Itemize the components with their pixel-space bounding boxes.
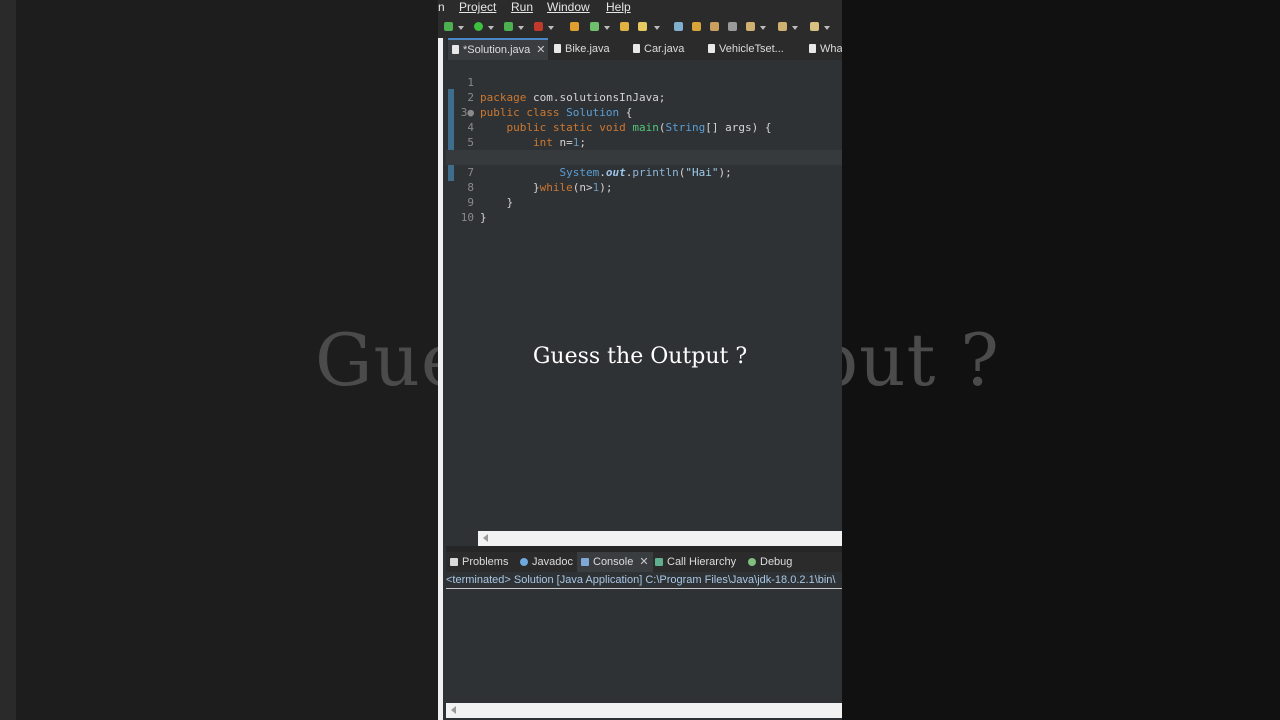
file-icon: [809, 44, 816, 53]
background-ghost-text-right: put ?: [842, 315, 1002, 405]
tab-call-hierarchy[interactable]: Call Hierarchy: [655, 552, 736, 572]
tab-javadoc[interactable]: Javadoc: [520, 552, 573, 572]
javadoc-icon: [520, 558, 528, 566]
menu-item-help[interactable]: Help: [606, 0, 631, 14]
tab-problems[interactable]: Problems: [450, 552, 508, 572]
tab-solution-java[interactable]: *Solution.java ✕: [448, 38, 548, 60]
file-icon: [452, 45, 459, 54]
editor-horizontal-scrollbar[interactable]: [478, 531, 842, 546]
menu-item-cut[interactable]: n: [438, 0, 445, 14]
tab-overflow[interactable]: Wha: [805, 38, 842, 60]
toggle-mark-icon[interactable]: [674, 22, 683, 31]
bottom-panel-tabs: Problems Javadoc Console ✕ Call Hierarchy…: [446, 552, 842, 572]
code-line: 9 }: [446, 180, 842, 224]
block-selection-icon[interactable]: [710, 22, 719, 31]
menu-item-run[interactable]: Run: [511, 0, 533, 14]
chevron-down-icon[interactable]: [488, 26, 494, 30]
tab-label: Console: [593, 556, 634, 568]
line-number: 10: [460, 211, 474, 224]
open-type-icon[interactable]: [620, 22, 629, 31]
menu-item-window-label: Window: [547, 0, 590, 14]
menu-item-window[interactable]: Window: [547, 0, 590, 14]
external-tools-icon[interactable]: [534, 22, 543, 31]
toolbar: [438, 16, 842, 38]
tab-debug[interactable]: Debug: [748, 552, 792, 572]
back-icon[interactable]: [810, 22, 819, 31]
menu-bar: n Project Run Window Help: [438, 0, 842, 16]
tab-label: Javadoc: [532, 556, 573, 568]
scroll-left-icon[interactable]: [483, 534, 488, 542]
code-line: 4 int n=1;: [446, 105, 842, 149]
file-icon: [708, 44, 715, 53]
close-icon[interactable]: ✕: [536, 44, 545, 56]
console-output[interactable]: [446, 589, 842, 703]
debug-run-icon[interactable]: [474, 22, 483, 31]
tab-label: Problems: [462, 556, 509, 568]
tab-label: VehicleTset...: [719, 43, 784, 55]
menu-item-help-label: Help: [606, 0, 631, 14]
chevron-down-icon[interactable]: [458, 26, 464, 30]
close-icon[interactable]: ✕: [639, 556, 648, 568]
debug-icon: [748, 558, 756, 566]
chevron-down-icon[interactable]: [654, 26, 660, 30]
tab-label: Call Hierarchy: [667, 556, 737, 568]
tab-console[interactable]: Console ✕: [577, 552, 653, 572]
code-line: 5 do {: [446, 120, 842, 164]
chevron-down-icon[interactable]: [604, 26, 610, 30]
problems-icon: [450, 558, 458, 566]
tab-label: *Solution.java: [463, 44, 531, 56]
menu-item-project[interactable]: Project: [459, 0, 496, 14]
tab-vehicletset[interactable]: VehicleTset...: [704, 38, 784, 60]
console-status-line: <terminated> Solution [Java Application]…: [446, 572, 842, 589]
chevron-down-icon[interactable]: [760, 26, 766, 30]
code-editor[interactable]: 1 package com.solutionsInJava; 2 public …: [446, 60, 842, 530]
background-left-edge: [0, 0, 16, 720]
show-whitespace-icon[interactable]: [728, 22, 737, 31]
code-line: 10: [446, 195, 842, 224]
call-hierarchy-icon: [655, 558, 663, 566]
video-caption: Guess the Output ?: [532, 344, 748, 369]
tab-car-java[interactable]: Car.java: [629, 38, 684, 60]
new-class-icon[interactable]: [590, 22, 599, 31]
next-annotation-icon[interactable]: [746, 22, 755, 31]
chevron-down-icon[interactable]: [824, 26, 830, 30]
code-line: 6 System.out.println("Hai");: [446, 135, 842, 179]
run-icon[interactable]: [504, 22, 513, 31]
background-ghost-text-right-label: put ?: [842, 318, 1000, 402]
menu-item-run-label: Run: [511, 0, 534, 14]
chevron-down-icon[interactable]: [792, 26, 798, 30]
tab-label: Wha: [820, 43, 842, 55]
console-horizontal-scrollbar[interactable]: [446, 703, 842, 718]
code-line: 8 }: [446, 165, 842, 209]
code-line-current: 7 }while(n>1);: [446, 150, 842, 194]
menu-item-project-label: Project: [459, 0, 497, 14]
file-icon: [554, 44, 561, 53]
previous-annotation-icon[interactable]: [778, 22, 787, 31]
code-line: 3● public static void main(String[] args…: [446, 90, 842, 134]
chevron-down-icon[interactable]: [548, 26, 554, 30]
toggle-breadcrumb-icon[interactable]: [692, 22, 701, 31]
scroll-left-icon[interactable]: [451, 706, 456, 714]
tab-label: Car.java: [644, 43, 685, 55]
tab-label: Bike.java: [565, 43, 610, 55]
skip-breakpoints-icon[interactable]: [444, 22, 453, 31]
chevron-down-icon[interactable]: [518, 26, 524, 30]
background-ghost-text-left: Gue: [315, 318, 440, 402]
console-icon: [581, 558, 589, 566]
code-line: 2 public class Solution {: [446, 75, 842, 119]
tab-bike-java[interactable]: Bike.java: [550, 38, 610, 60]
new-java-project-icon[interactable]: [570, 22, 579, 31]
editor-tab-bar: *Solution.java ✕ Bike.java Car.java Vehic…: [446, 38, 842, 60]
code-line: 1 package com.solutionsInJava;: [446, 60, 842, 104]
tab-label: Debug: [760, 556, 793, 568]
file-icon: [633, 44, 640, 53]
search-icon[interactable]: [638, 22, 647, 31]
